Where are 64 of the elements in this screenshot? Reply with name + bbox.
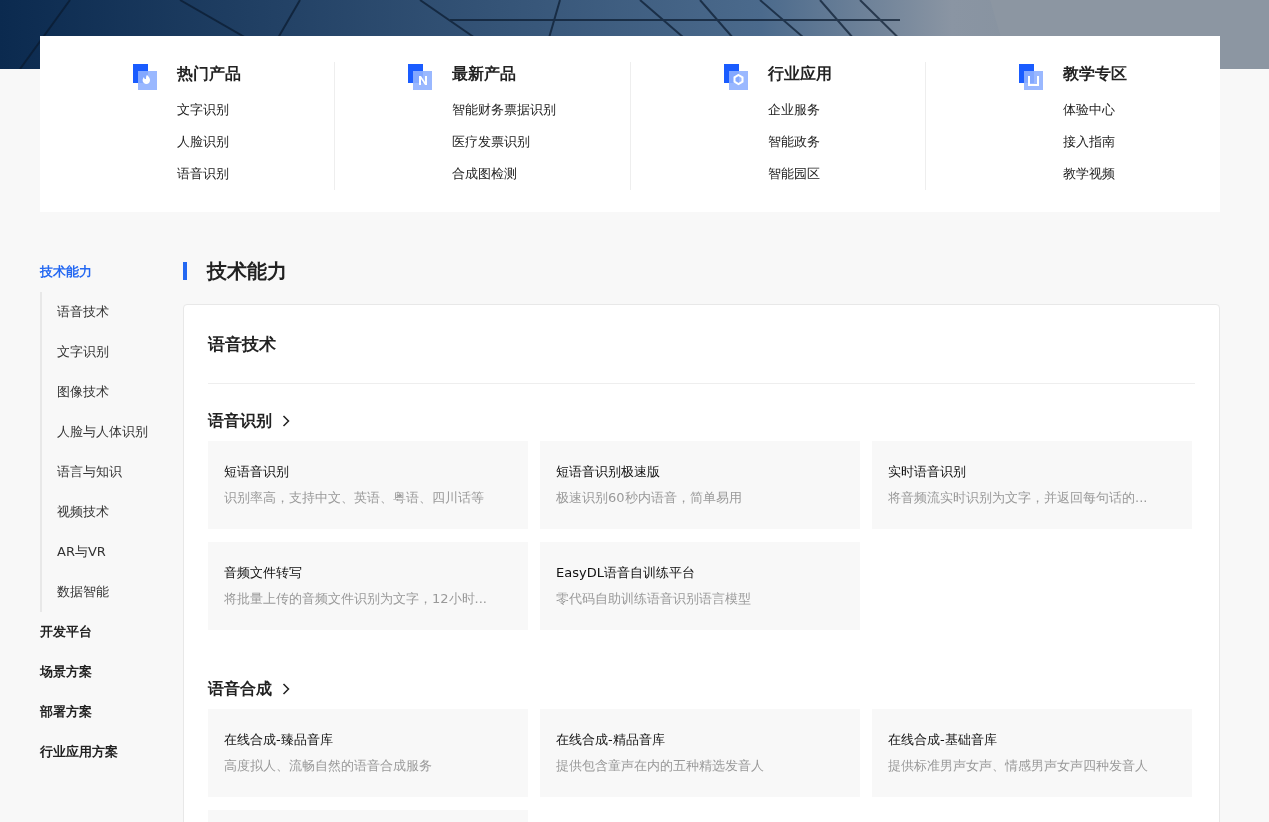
product-description: 极速识别60秒内语音，简单易用 [556, 489, 743, 507]
menu-heading: 热门产品 [177, 63, 242, 85]
menu-link[interactable]: 企业服务 [767, 94, 832, 126]
sidebar-subitem[interactable]: 人脸与人体识别 [42, 412, 148, 452]
product-card[interactable]: 在线合成-基础音库 提供标准男声女声、情感男声女声四种发音人 [872, 709, 1192, 797]
menu-link[interactable]: 人脸识别 [177, 126, 242, 158]
menu-link[interactable]: 智能财务票据识别 [452, 94, 557, 126]
product-description: 提供包含童声在内的五种精选发音人 [556, 757, 765, 775]
sidebar-subitem[interactable]: 文字识别 [42, 332, 109, 372]
sidebar-subitem[interactable]: 视频技术 [42, 492, 109, 532]
menu-link[interactable]: 接入指南 [1062, 126, 1127, 158]
sidebar-item[interactable]: 开发平台 [40, 612, 92, 652]
product-card[interactable]: 在线合成-臻品音库 高度拟人、流畅自然的语音合成服务 [208, 709, 528, 797]
accent-bar [183, 262, 187, 280]
menu-heading: 教学专区 [1062, 63, 1127, 85]
product-name: 在线合成-臻品音库 [224, 731, 334, 749]
sidebar-item[interactable]: 行业应用方案 [40, 732, 118, 772]
sidebar-subitem[interactable]: 语音技术 [42, 292, 109, 332]
menu-link[interactable]: 文字识别 [177, 94, 242, 126]
product-description: 将批量上传的音频文件识别为文字，12小时... [224, 590, 488, 608]
product-name: 在线合成-基础音库 [888, 731, 998, 749]
sidebar-subitem[interactable]: 图像技术 [42, 372, 109, 412]
product-description: 提供标准男声女声、情感男声女声四种发音人 [888, 757, 1149, 775]
letter-tile-icon [408, 64, 435, 90]
product-name: 短语音识别 [224, 463, 290, 481]
category-link[interactable]: 语音合成 [208, 674, 290, 704]
product-card[interactable]: 短语音识别极速版 极速识别60秒内语音，简单易用 [540, 441, 860, 529]
product-card[interactable]: 音频文件转写 将批量上传的音频文件识别为文字，12小时... [208, 542, 528, 630]
section-title: 技术能力 [207, 257, 287, 285]
menu-link[interactable]: 智能园区 [767, 158, 832, 190]
menu-link[interactable]: 智能政务 [767, 126, 832, 158]
chevron-right-icon [282, 683, 290, 695]
product-card[interactable]: 短语音识别 识别率高，支持中文、英语、粤语、四川话等 [208, 441, 528, 529]
product-name: 在线合成-精品音库 [556, 731, 666, 749]
chevron-right-icon [282, 415, 290, 427]
product-description: 将音频流实时识别为文字，并返回每句话的... [888, 489, 1149, 507]
square-icon [1018, 64, 1045, 90]
product-name: 短语音识别极速版 [556, 463, 661, 481]
sidebar-item[interactable]: 技术能力 [40, 252, 92, 292]
panel-title: 语音技术 [208, 305, 1195, 384]
product-description: 识别率高，支持中文、英语、粤语、四川话等 [224, 489, 485, 507]
menu-heading: 最新产品 [452, 63, 518, 85]
category-link[interactable]: 语音识别 [208, 406, 290, 436]
product-description: 高度拟人、流畅自然的语音合成服务 [224, 757, 433, 775]
product-card[interactable]: EasyDL语音自训练平台 零代码自助训练语音识别语言模型 [540, 542, 860, 630]
sidebar-item[interactable]: 部署方案 [40, 692, 92, 732]
menu-link[interactable]: 合成图检测 [452, 158, 557, 190]
product-card[interactable]: 在线合成-精品音库 提供包含童声在内的五种精选发音人 [540, 709, 860, 797]
sidebar-subitem[interactable]: 数据智能 [42, 572, 109, 612]
flame-icon [133, 64, 160, 90]
product-name: 音频文件转写 [224, 564, 303, 582]
menu-link[interactable]: 语音识别 [177, 158, 242, 190]
menu-heading: 行业应用 [767, 63, 832, 85]
product-card[interactable]: 实时语音识别 将音频流实时识别为文字，并返回每句话的... [872, 441, 1192, 529]
menu-link[interactable]: 医疗发票识别 [452, 126, 557, 158]
product-name: 实时语音识别 [888, 463, 967, 481]
menu-link[interactable]: 体验中心 [1062, 94, 1127, 126]
hexagon-icon [723, 64, 750, 90]
product-description: 零代码自助训练语音识别语言模型 [556, 590, 752, 608]
sidebar-subitem[interactable]: AR与VR [42, 532, 106, 572]
product-name: EasyDL语音自训练平台 [556, 564, 696, 582]
menu-link[interactable]: 教学视频 [1062, 158, 1127, 190]
sidebar-subitem[interactable]: 语言与知识 [42, 452, 122, 492]
sidebar-item[interactable]: 场景方案 [40, 652, 92, 692]
